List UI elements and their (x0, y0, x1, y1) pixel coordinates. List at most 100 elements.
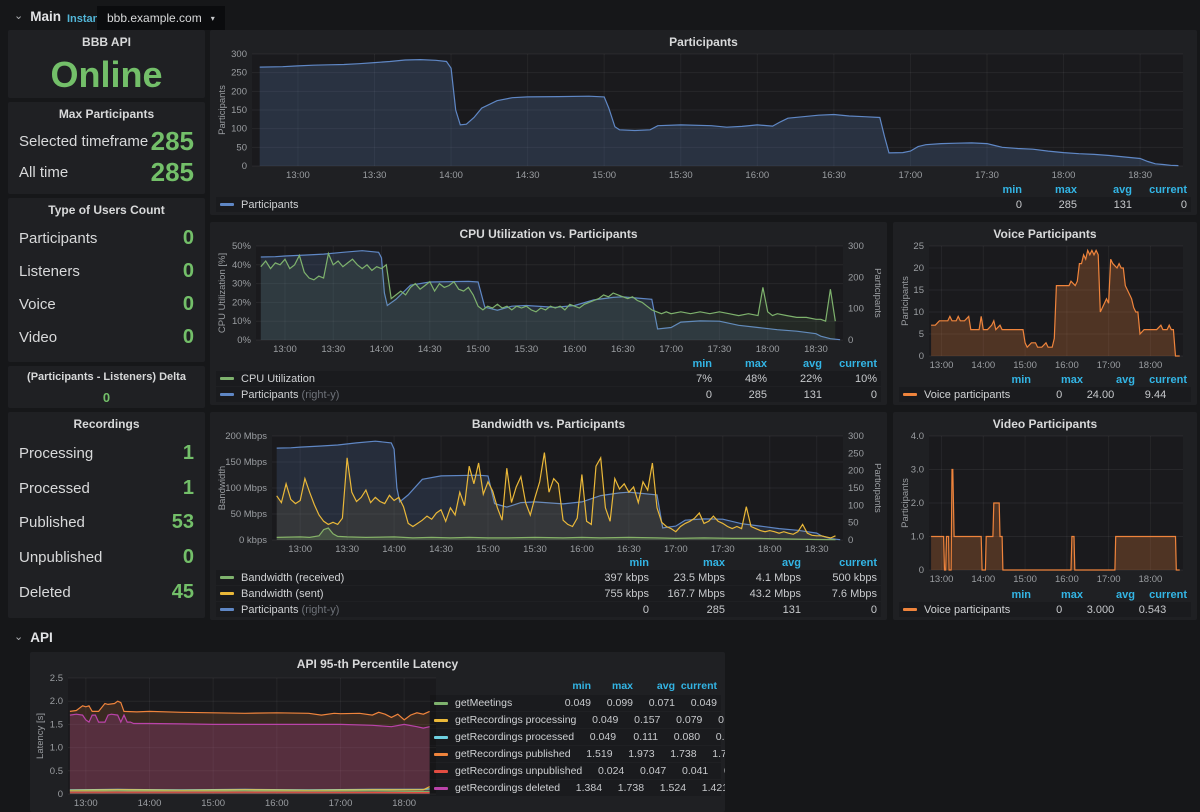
bandwidth-plot[interactable]: 0 kbps50 Mbps100 Mbps150 Mbps200 Mbps050… (216, 432, 881, 556)
legend-series-name[interactable]: getRecordings published (455, 748, 571, 760)
legend-stat-value: 7.6 Mbps (801, 588, 877, 600)
svg-text:Participants: Participants (900, 478, 911, 528)
svg-text:17:30: 17:30 (711, 544, 735, 555)
participants-plot[interactable]: 05010015020025030013:0013:3014:0014:3015… (216, 50, 1191, 182)
svg-text:30%: 30% (232, 279, 252, 290)
legend-series-name[interactable]: getRecordings unpublished (455, 765, 582, 777)
svg-text:Participants: Participants (872, 463, 881, 513)
video-legend: minmaxavgcurrentVoice participants03.000… (899, 588, 1191, 617)
stat-value: 1 (183, 442, 194, 465)
panel-title-api-latency[interactable]: API 95-th Percentile Latency (30, 657, 725, 671)
panel-title-bandwidth[interactable]: Bandwidth vs. Participants (210, 417, 887, 431)
legend-series-name[interactable]: Participants (right-y) (241, 389, 657, 401)
panel-title-max-participants[interactable]: Max Participants (8, 107, 205, 121)
stat-value: 0 (183, 227, 194, 250)
legend-series-name[interactable]: getRecordings processed (455, 731, 574, 743)
svg-text:14:00: 14:00 (382, 544, 406, 555)
svg-text:16:00: 16:00 (570, 544, 594, 555)
legend-series-name[interactable]: getRecordings deleted (455, 782, 560, 794)
legend-swatch (220, 377, 234, 380)
svg-text:20: 20 (913, 263, 924, 274)
svg-text:14:30: 14:30 (429, 544, 453, 555)
legend-series-name[interactable]: Bandwidth (sent) (241, 588, 573, 600)
legend-swatch (220, 203, 234, 206)
legend-stat-value: 43.2 Mbps (725, 588, 801, 600)
legend-stat-value: 285 (649, 604, 725, 616)
participants-chart-canvas[interactable]: 05010015020025030013:0013:3014:0014:3015… (216, 50, 1191, 182)
legend-header-cell: avg (633, 680, 675, 692)
stat-label: Voice (19, 296, 56, 313)
panel-recordings: Recordings Processing1Processed1Publishe… (8, 412, 205, 618)
panel-title-recordings[interactable]: Recordings (8, 417, 205, 431)
cpu_vs_participants-chart-canvas[interactable]: 0%10%20%30%40%50%010020030013:0013:3014:… (216, 242, 881, 356)
max-participants-rows: Selected timeframe285All time285 (19, 126, 194, 186)
panel-title-bbb-api[interactable]: BBB API (8, 35, 205, 49)
legend-stat-value: 0.049 (574, 731, 616, 743)
svg-text:0%: 0% (237, 335, 251, 346)
stat-label: Unpublished (19, 549, 102, 566)
svg-text:50: 50 (848, 518, 859, 529)
svg-text:200 Mbps: 200 Mbps (225, 432, 267, 442)
svg-text:13:30: 13:30 (335, 544, 359, 555)
svg-text:17:30: 17:30 (708, 344, 732, 355)
svg-text:18:30: 18:30 (804, 344, 828, 355)
svg-text:Participants: Participants (900, 276, 911, 326)
panel-title-participants[interactable]: Participants (210, 35, 1197, 49)
svg-text:13:00: 13:00 (930, 574, 954, 585)
legend-series-name[interactable]: Voice participants (924, 389, 1010, 401)
legend-series-name[interactable]: Bandwidth (received) (241, 572, 573, 584)
video_participants-chart-canvas[interactable]: 01.02.03.04.013:0014:0015:0016:0017:0018… (899, 432, 1191, 586)
section-api-toggle[interactable]: ⌄ API (14, 630, 53, 645)
cpu-plot[interactable]: 0%10%20%30%40%50%010020030013:0013:3014:… (216, 242, 881, 356)
legend-series-name[interactable]: CPU Utilization (241, 373, 657, 385)
panel-title-video[interactable]: Video Participants (893, 417, 1197, 431)
legend-series-name[interactable]: getMeetings (455, 697, 549, 709)
panel-title-cpu[interactable]: CPU Utilization vs. Participants (210, 227, 887, 241)
svg-text:0: 0 (848, 335, 853, 346)
stat-value: 285 (151, 157, 194, 188)
recordings-rows: Processing1Processed1Published53Unpublis… (19, 436, 194, 610)
svg-text:0: 0 (242, 161, 247, 172)
video-plot[interactable]: 01.02.03.04.013:0014:0015:0016:0017:0018… (899, 432, 1191, 586)
svg-text:50: 50 (236, 142, 247, 153)
panel-title-users-count[interactable]: Type of Users Count (8, 203, 205, 217)
svg-text:150 Mbps: 150 Mbps (225, 457, 267, 468)
legend-stat-value: 0.543 (1114, 604, 1166, 616)
svg-text:18:00: 18:00 (1139, 574, 1163, 585)
panel-title-delta[interactable]: (Participants - Listeners) Delta (8, 371, 205, 383)
panel-title-voice[interactable]: Voice Participants (893, 227, 1197, 241)
stat-label: Listeners (19, 263, 80, 280)
svg-text:15:00: 15:00 (201, 798, 225, 809)
voice_participants-chart-canvas[interactable]: 051015202513:0014:0015:0016:0017:0018:00… (899, 242, 1191, 372)
svg-text:18:00: 18:00 (392, 798, 416, 809)
svg-text:14:00: 14:00 (971, 574, 995, 585)
api_latency-chart-canvas[interactable]: 00.51.01.52.02.513:0014:0015:0016:0017:0… (34, 674, 442, 810)
bandwidth_vs_participants-chart-canvas[interactable]: 0 kbps50 Mbps100 Mbps150 Mbps200 Mbps050… (216, 432, 881, 556)
instance-dropdown[interactable]: bbb.example.com ▾ (97, 6, 225, 30)
legend-header-cell: max (1031, 374, 1083, 386)
stat-value: 285 (151, 126, 194, 157)
api-latency-plot[interactable]: 00.51.01.52.02.513:0014:0015:0016:0017:0… (34, 674, 442, 810)
svg-text:17:00: 17:00 (1097, 574, 1121, 585)
legend-swatch (434, 719, 448, 722)
voice-plot[interactable]: 051015202513:0014:0015:0016:0017:0018:00… (899, 242, 1191, 372)
legend-series-name[interactable]: Voice participants (924, 604, 1010, 616)
chevron-down-icon: ⌄ (14, 630, 23, 643)
legend-header-cell: max (1031, 589, 1083, 601)
legend-header-cell: avg (1083, 589, 1135, 601)
legend-header-cell: max (591, 680, 633, 692)
legend-stat-value: 1.738 (602, 782, 644, 794)
legend-stat-value: 0.041 (666, 765, 708, 777)
legend-stat-value: 285 (712, 389, 767, 401)
stat-row: Selected timeframe285 (19, 126, 194, 157)
svg-text:0.5: 0.5 (50, 766, 63, 777)
legend-series-name[interactable]: Participants (right-y) (241, 604, 573, 616)
panel-users-count: Type of Users Count Participants0Listene… (8, 198, 205, 362)
svg-text:14:00: 14:00 (971, 360, 995, 371)
section-main-toggle[interactable]: ⌄ Main (14, 9, 61, 24)
legend-stat-value: 9.44 (1114, 389, 1166, 401)
legend-series-name[interactable]: getRecordings processing (455, 714, 576, 726)
legend-series-name[interactable]: Participants (241, 199, 967, 211)
legend-stat-value: 167.7 Mbps (649, 588, 725, 600)
stat-label: Processing (19, 445, 93, 462)
